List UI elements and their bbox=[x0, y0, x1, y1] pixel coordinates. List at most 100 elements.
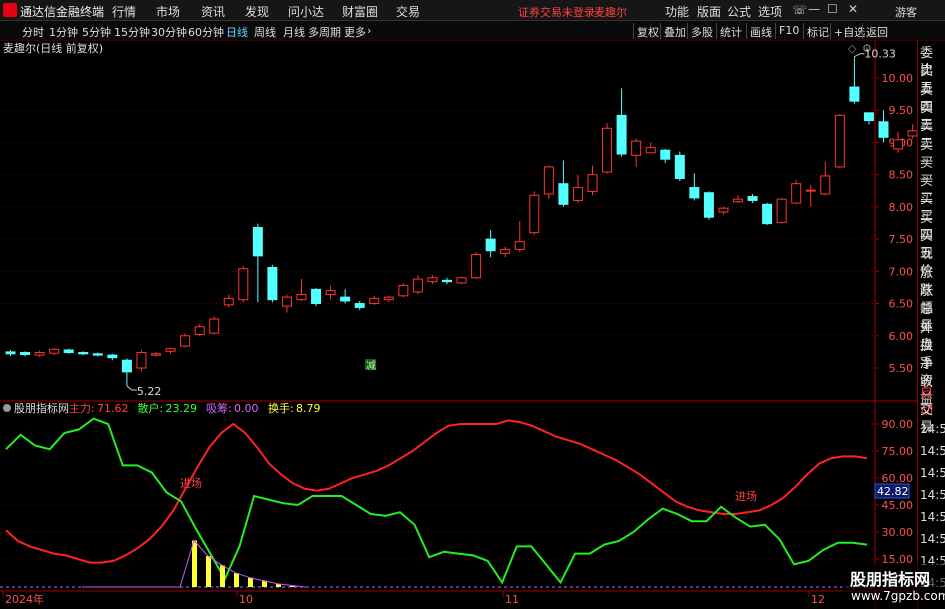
candle-body bbox=[121, 359, 132, 373]
toolbar-button-1[interactable]: 叠加 bbox=[664, 24, 686, 40]
period-tab-5[interactable]: 60分钟 bbox=[188, 24, 224, 40]
candle-body bbox=[223, 297, 234, 306]
candle-body bbox=[820, 175, 831, 195]
right-menu-item-1[interactable]: 版面 bbox=[697, 3, 721, 20]
toolbar-button-0[interactable]: 复权 bbox=[637, 24, 659, 40]
tick-time-4: 14:56 bbox=[920, 510, 945, 524]
indicator-tick-label: 90.00 bbox=[882, 418, 914, 431]
toolbar-button-6[interactable]: 标记 bbox=[807, 24, 829, 40]
indicator-legend-label: 主力: bbox=[69, 402, 95, 415]
period-tab-8[interactable]: 月线 bbox=[283, 24, 305, 40]
watermark-url: www.7gpzb.com bbox=[851, 589, 945, 603]
indicator-tick-label: 45.00 bbox=[882, 499, 914, 512]
menu-item-6[interactable]: 交易 bbox=[396, 3, 420, 20]
candle-body bbox=[543, 166, 554, 195]
app-logo-icon bbox=[3, 3, 17, 17]
toolbar-button-4[interactable]: 画线 bbox=[750, 24, 772, 40]
period-tab-6[interactable]: 日线 bbox=[226, 24, 248, 40]
entry-signal-label: 进场 bbox=[735, 489, 757, 503]
period-tab-10[interactable]: 更多 bbox=[344, 24, 366, 40]
diamond-icon[interactable]: ◇ bbox=[848, 42, 857, 55]
candle-body bbox=[252, 227, 263, 257]
menu-item-0[interactable]: 行情 bbox=[112, 3, 136, 20]
toolbar-button-5[interactable]: F10 bbox=[779, 24, 799, 37]
candle-body bbox=[281, 296, 292, 307]
candle-body bbox=[107, 354, 118, 359]
candle-body bbox=[209, 318, 220, 334]
close-icon[interactable]: ✕ bbox=[848, 2, 858, 16]
right-menu-item-0[interactable]: 功能 bbox=[665, 3, 689, 20]
low-price-label: 5.22 bbox=[137, 385, 162, 398]
kline-chart[interactable]: 10.009.509.008.508.007.507.006.506.005.5… bbox=[0, 41, 918, 609]
indicator-tick-label: 75.00 bbox=[882, 445, 914, 458]
candle-body bbox=[427, 277, 438, 283]
maximize-icon[interactable]: ☐ bbox=[827, 2, 838, 16]
toolbar-button-8[interactable]: 返回 bbox=[866, 24, 888, 40]
toolbar-separator bbox=[803, 23, 804, 39]
candle-body bbox=[631, 140, 642, 156]
candle-body bbox=[398, 285, 409, 297]
candle-body bbox=[442, 279, 452, 283]
period-tab-9[interactable]: 多周期 bbox=[308, 24, 341, 40]
period-tab-0[interactable]: 分时 bbox=[22, 24, 44, 40]
menu-item-4[interactable]: 问小达 bbox=[288, 3, 324, 20]
reduce-marker: 减 bbox=[366, 360, 376, 372]
right-menu-item-2[interactable]: 公式 bbox=[727, 3, 751, 20]
candle-body bbox=[703, 192, 714, 218]
entry-signal-label: 进场 bbox=[180, 476, 202, 490]
menu-item-2[interactable]: 资讯 bbox=[201, 3, 225, 20]
toolbar-button-7[interactable]: +自选 bbox=[834, 24, 865, 40]
time-tick-label: 12 bbox=[811, 593, 825, 606]
price-tick-label: 6.00 bbox=[889, 330, 914, 343]
toolbar-button-2[interactable]: 多股 bbox=[691, 24, 713, 40]
period-toolbar: 分时 1分钟 5分钟 15分钟 30分钟 60分钟 日线 周线 月线 多周期 更多 › 复权 叠加 多股统… bbox=[0, 21, 945, 41]
candle-body bbox=[907, 130, 918, 137]
candle-body bbox=[762, 203, 773, 225]
candle-body bbox=[311, 288, 322, 305]
right-menu-item-3[interactable]: 选项 bbox=[758, 3, 782, 20]
chart-area[interactable]: 10.009.509.008.508.007.507.006.506.005.5… bbox=[0, 41, 918, 609]
period-tab-2[interactable]: 5分钟 bbox=[82, 24, 111, 40]
watermark-title: 股朋指标网 bbox=[850, 570, 931, 589]
time-tick-label: 10 bbox=[239, 593, 253, 606]
more-chevron-icon[interactable]: › bbox=[367, 24, 371, 37]
candle-body bbox=[718, 207, 729, 213]
toolbar-separator bbox=[862, 23, 863, 39]
menu-item-5[interactable]: 财富圈 bbox=[342, 3, 378, 20]
menu-item-3[interactable]: 发现 bbox=[245, 3, 269, 20]
tick-time-0: 14:56 bbox=[920, 422, 945, 436]
candle-body bbox=[238, 268, 249, 301]
candle-body bbox=[863, 112, 874, 122]
candle-body bbox=[645, 147, 656, 154]
guest-label[interactable]: 游客 bbox=[895, 4, 917, 20]
price-tick-label: 10.00 bbox=[882, 72, 914, 85]
period-tab-4[interactable]: 30分钟 bbox=[151, 24, 187, 40]
candle-body bbox=[92, 353, 103, 356]
app-title: 通达信金融终端 bbox=[20, 5, 105, 19]
period-tab-3[interactable]: 15分钟 bbox=[114, 24, 150, 40]
tick-time-2: 14:56 bbox=[920, 466, 945, 480]
price-tick-label: 8.50 bbox=[889, 169, 914, 182]
stock-tag[interactable]: 麦趣尔 bbox=[594, 4, 627, 20]
minimize-icon[interactable]: — bbox=[808, 2, 820, 16]
candle-body bbox=[267, 266, 278, 301]
period-tab-7[interactable]: 周线 bbox=[254, 24, 276, 40]
toolbar-button-3[interactable]: 统计 bbox=[720, 24, 742, 40]
trade-status[interactable]: 证券交易未登录 bbox=[518, 4, 595, 20]
title-bar: 通达信金融终端 行情 市场 资讯 发现 问小达 财富圈 交易 证券交易未登录 麦趣尔 功能版… bbox=[0, 0, 945, 21]
candle-body bbox=[674, 154, 685, 180]
indicator-menu-icon[interactable] bbox=[3, 404, 11, 412]
candle-body bbox=[369, 297, 380, 305]
candle-body bbox=[151, 353, 161, 356]
candle-body bbox=[63, 349, 74, 354]
price-tick-label: 5.50 bbox=[889, 362, 914, 375]
candle-body bbox=[78, 352, 89, 355]
toolbar-separator bbox=[746, 23, 747, 39]
menu-item-1[interactable]: 市场 bbox=[156, 3, 180, 20]
indicator-legend-label: 散户: bbox=[138, 401, 164, 415]
indicator-name: 股朋指标网 bbox=[14, 401, 69, 415]
phone-icon[interactable]: ☏ bbox=[792, 3, 807, 17]
main-panel-title: 麦趣尔(日线 前复权) bbox=[3, 41, 103, 55]
time-tick-label: 2024年 bbox=[5, 592, 44, 606]
period-tab-1[interactable]: 1分钟 bbox=[49, 24, 78, 40]
